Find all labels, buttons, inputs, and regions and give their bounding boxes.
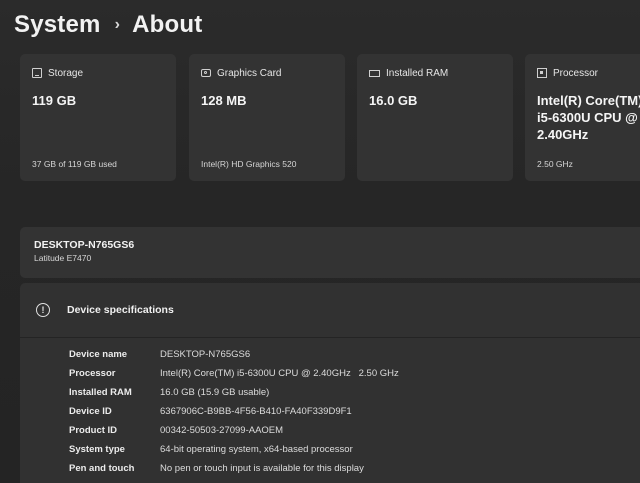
graphics-card-icon (201, 69, 211, 77)
spec-row: Installed RAM 16.0 GB (15.9 GB usable) (69, 383, 399, 402)
device-model: Latitude E7470 (34, 253, 92, 263)
spec-label: Device ID (69, 406, 112, 417)
spec-label: Pen and touch (69, 463, 135, 474)
graphics-card-name: Intel(R) HD Graphics 520 (201, 159, 297, 169)
ram-value: 16.0 GB (369, 93, 418, 108)
device-summary[interactable]: DESKTOP-N765GS6 Latitude E7470 (20, 227, 640, 278)
spec-label: Processor (69, 368, 116, 379)
page-title: About (132, 11, 203, 38)
ram-card[interactable]: Installed RAM 16.0 GB (357, 54, 513, 181)
device-name-heading: DESKTOP-N765GS6 (34, 239, 135, 251)
ram-label: Installed RAM (386, 67, 449, 79)
processor-card[interactable]: Processor Intel(R) Core(TM) i5-6300U CPU… (525, 54, 640, 181)
storage-label: Storage (48, 67, 84, 79)
about-page: System › About Storage 119 GB 37 GB of 1… (0, 0, 640, 483)
spec-label: Product ID (69, 425, 118, 436)
spec-value: 6367906C-B9BB-4F56-B410-FA40F339D9F1 (160, 406, 352, 417)
spec-row: Processor Intel(R) Core(TM) i5-6300U CPU… (69, 364, 399, 383)
spec-label: Installed RAM (69, 387, 132, 398)
spec-row: Device ID 6367906C-B9BB-4F56-B410-FA40F3… (69, 402, 399, 421)
device-specifications-title: Device specifications (67, 304, 174, 316)
storage-value: 119 GB (32, 93, 77, 108)
device-specifications-header[interactable]: ! Device specifications (20, 283, 640, 338)
breadcrumb-system[interactable]: System (14, 11, 101, 39)
spec-value: 64-bit operating system, x64-based proce… (160, 444, 353, 455)
storage-used: 37 GB of 119 GB used (32, 159, 117, 169)
processor-speed: 2.50 GHz (537, 159, 573, 169)
ram-icon (369, 69, 380, 77)
spec-cards: Storage 119 GB 37 GB of 119 GB used Grap… (20, 54, 640, 181)
storage-icon (32, 68, 42, 78)
spec-row: System type 64-bit operating system, x64… (69, 440, 399, 459)
spec-value: No pen or touch input is available for t… (160, 463, 364, 474)
spec-value: 16.0 GB (15.9 GB usable) (160, 387, 270, 398)
spec-value: 00342-50503-27099-AAOEM (160, 425, 284, 436)
graphics-card-label: Graphics Card (217, 67, 282, 79)
processor-label: Processor (553, 67, 599, 79)
spec-value: DESKTOP-N765GS6 (160, 349, 251, 360)
processor-value: Intel(R) Core(TM) i5-6300U CPU @ 2.40GHz (537, 93, 640, 142)
spec-row: Product ID 00342-50503-27099-AAOEM (69, 421, 399, 440)
device-specifications-section: ! Device specifications Device name DESK… (20, 283, 640, 483)
spec-rows: Device name DESKTOP-N765GS6 Processor In… (69, 345, 399, 478)
graphics-card-card[interactable]: Graphics Card 128 MB Intel(R) HD Graphic… (189, 54, 345, 181)
info-icon: ! (36, 303, 50, 317)
spec-row: Pen and touch No pen or touch input is a… (69, 459, 399, 478)
spec-row: Device name DESKTOP-N765GS6 (69, 345, 399, 364)
processor-icon (537, 68, 547, 78)
chevron-right-icon: › (114, 16, 121, 33)
spec-value: Intel(R) Core(TM) i5-6300U CPU @ 2.40GHz… (160, 368, 399, 379)
storage-card[interactable]: Storage 119 GB 37 GB of 119 GB used (20, 54, 176, 181)
spec-label: Device name (69, 349, 128, 360)
spec-label: System type (69, 444, 125, 455)
graphics-card-value: 128 MB (201, 93, 247, 108)
breadcrumb: System › About (14, 8, 202, 42)
